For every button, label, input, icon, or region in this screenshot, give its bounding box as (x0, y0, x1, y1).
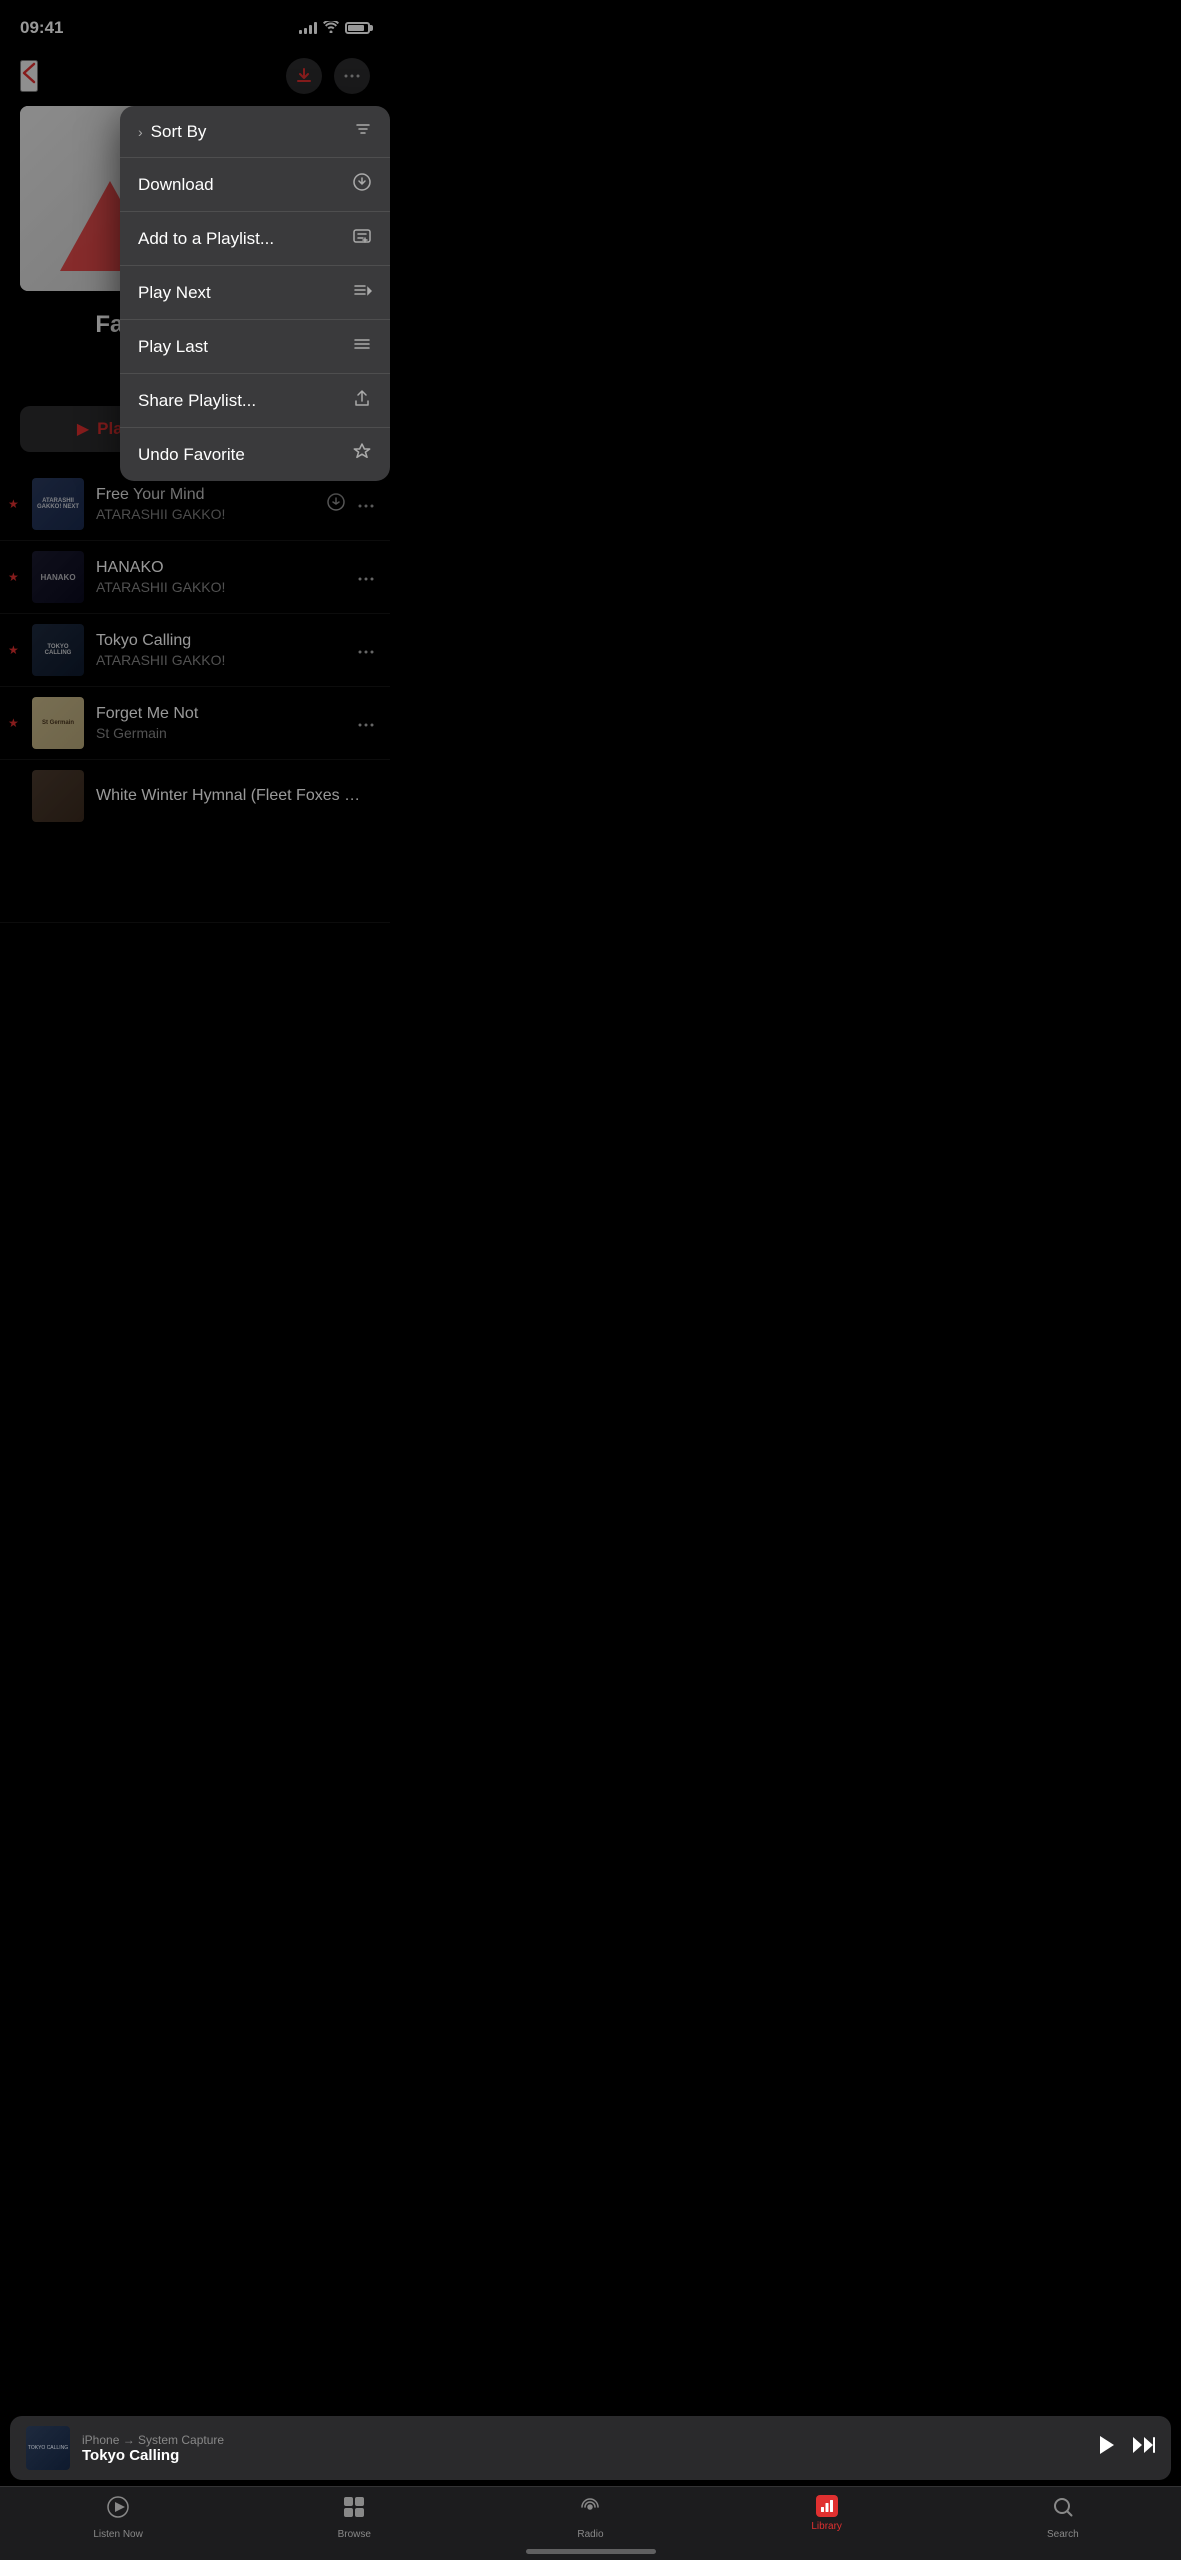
mini-player[interactable]: TOKYO CALLING iPhone → System Capture To… (10, 2416, 1171, 2480)
sort-icon (354, 120, 372, 143)
browse-icon (342, 2495, 366, 2525)
tab-library[interactable]: Library (797, 2495, 857, 2540)
add-playlist-icon (352, 226, 372, 251)
mini-player-title: Tokyo Calling (82, 2447, 1083, 2464)
listen-now-icon (106, 2495, 130, 2525)
home-indicator (526, 2549, 656, 2554)
search-icon (1051, 2495, 1075, 2525)
context-menu-item-download[interactable]: Download (120, 158, 390, 212)
share-icon (352, 388, 372, 413)
mini-play-button[interactable] (1095, 2434, 1117, 2462)
unfavorite-star-icon (352, 442, 372, 467)
radio-icon (578, 2495, 602, 2525)
context-menu: › Sort By Download Add to a Playlist... (120, 106, 390, 481)
context-menu-item-add-playlist[interactable]: Add to a Playlist... (120, 212, 390, 266)
mini-player-artwork: TOKYO CALLING (26, 2426, 70, 2470)
tab-browse[interactable]: Browse (324, 2495, 384, 2540)
context-menu-item-share-playlist[interactable]: Share Playlist... (120, 374, 390, 428)
tab-browse-label: Browse (338, 2529, 371, 2540)
tab-listen-now-label: Listen Now (93, 2529, 142, 2540)
library-icon (816, 2495, 838, 2517)
mini-forward-button[interactable] (1133, 2436, 1155, 2460)
context-menu-item-undo-favorite[interactable]: Undo Favorite (120, 428, 390, 481)
tab-listen-now[interactable]: Listen Now (88, 2495, 148, 2540)
tab-radio-label: Radio (577, 2529, 603, 2540)
tab-search-label: Search (1047, 2529, 1079, 2540)
context-menu-item-play-next[interactable]: Play Next (120, 266, 390, 320)
tab-radio[interactable]: Radio (560, 2495, 620, 2540)
mini-player-info: iPhone → System Capture Tokyo Calling (82, 2433, 1083, 2464)
context-menu-item-play-last[interactable]: Play Last (120, 320, 390, 374)
tab-search[interactable]: Search (1033, 2495, 1093, 2540)
play-last-icon (352, 334, 372, 359)
download-circle-icon (352, 172, 372, 197)
mini-player-subtitle: iPhone → System Capture (82, 2433, 1083, 2447)
play-next-icon (352, 280, 372, 305)
chevron-right-icon: › (138, 124, 143, 140)
context-menu-item-sort-by[interactable]: › Sort By (120, 106, 390, 158)
mini-player-controls (1095, 2434, 1155, 2462)
tab-library-label: Library (811, 2521, 842, 2532)
